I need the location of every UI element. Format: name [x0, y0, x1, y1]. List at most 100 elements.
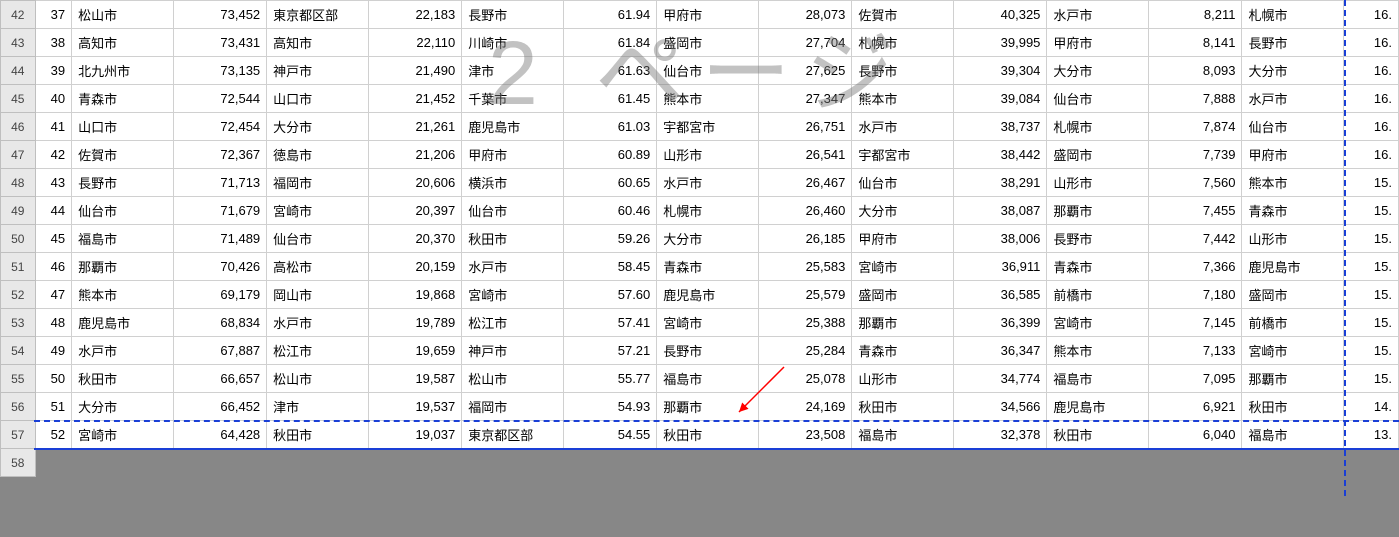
cell[interactable]: 8,093: [1149, 57, 1242, 85]
row-header[interactable]: 48: [1, 169, 36, 197]
cell[interactable]: 25,284: [758, 337, 851, 365]
cell-empty[interactable]: [1047, 449, 1149, 477]
cell[interactable]: 鹿児島市: [1242, 253, 1344, 281]
cell[interactable]: 73,431: [173, 29, 266, 57]
cell[interactable]: 盛岡市: [852, 281, 954, 309]
cell[interactable]: 松江市: [267, 337, 369, 365]
cell[interactable]: 7,739: [1149, 141, 1242, 169]
cell-empty[interactable]: [267, 449, 369, 477]
cell[interactable]: 松江市: [462, 309, 564, 337]
cell[interactable]: 19,659: [368, 337, 461, 365]
cell[interactable]: 札幌市: [1047, 113, 1149, 141]
cell[interactable]: 16.: [1344, 57, 1399, 85]
cell[interactable]: 42: [35, 141, 72, 169]
cell[interactable]: 49: [35, 337, 72, 365]
row-header[interactable]: 43: [1, 29, 36, 57]
cell[interactable]: 神戸市: [267, 57, 369, 85]
cell-empty[interactable]: [462, 449, 564, 477]
cell[interactable]: 58.45: [563, 253, 656, 281]
cell[interactable]: 福島市: [72, 225, 174, 253]
cell[interactable]: 61.84: [563, 29, 656, 57]
cell[interactable]: 熊本市: [657, 85, 759, 113]
cell[interactable]: 15.: [1344, 225, 1399, 253]
cell[interactable]: 16.: [1344, 141, 1399, 169]
cell[interactable]: 36,347: [953, 337, 1046, 365]
cell[interactable]: 岡山市: [267, 281, 369, 309]
row-header[interactable]: 47: [1, 141, 36, 169]
cell[interactable]: 19,868: [368, 281, 461, 309]
cell[interactable]: 36,911: [953, 253, 1046, 281]
cell-empty[interactable]: [35, 449, 72, 477]
cell[interactable]: 61.94: [563, 1, 656, 29]
row-header[interactable]: 57: [1, 421, 36, 449]
cell[interactable]: 7,560: [1149, 169, 1242, 197]
cell[interactable]: 松山市: [267, 365, 369, 393]
cell[interactable]: 39,084: [953, 85, 1046, 113]
cell[interactable]: 鹿児島市: [657, 281, 759, 309]
cell[interactable]: 山形市: [657, 141, 759, 169]
cell[interactable]: 熊本市: [72, 281, 174, 309]
cell[interactable]: 7,888: [1149, 85, 1242, 113]
cell[interactable]: 38,006: [953, 225, 1046, 253]
cell[interactable]: 8,211: [1149, 1, 1242, 29]
row-header[interactable]: 56: [1, 393, 36, 421]
cell[interactable]: 高知市: [72, 29, 174, 57]
cell[interactable]: 39: [35, 57, 72, 85]
cell[interactable]: 秋田市: [657, 421, 759, 449]
row-header[interactable]: 51: [1, 253, 36, 281]
cell[interactable]: 大分市: [657, 225, 759, 253]
cell[interactable]: 21,490: [368, 57, 461, 85]
cell[interactable]: 25,579: [758, 281, 851, 309]
cell[interactable]: 7,180: [1149, 281, 1242, 309]
cell[interactable]: 38,087: [953, 197, 1046, 225]
cell[interactable]: 39,304: [953, 57, 1046, 85]
cell[interactable]: 宮崎市: [1242, 337, 1344, 365]
row-header[interactable]: 46: [1, 113, 36, 141]
cell[interactable]: 長野市: [1047, 225, 1149, 253]
cell[interactable]: 那覇市: [657, 393, 759, 421]
cell[interactable]: 21,261: [368, 113, 461, 141]
table-row[interactable]: 5449水戸市67,887松江市19,659神戸市57.21長野市25,284青…: [1, 337, 1399, 365]
cell[interactable]: 57.21: [563, 337, 656, 365]
cell[interactable]: 那覇市: [1242, 365, 1344, 393]
cell[interactable]: 44: [35, 197, 72, 225]
cell[interactable]: 38,442: [953, 141, 1046, 169]
cell[interactable]: 宇都宮市: [657, 113, 759, 141]
table-row[interactable]: 4540青森市72,544山口市21,452千葉市61.45熊本市27,347熊…: [1, 85, 1399, 113]
cell[interactable]: 福岡市: [462, 393, 564, 421]
cell[interactable]: 22,183: [368, 1, 461, 29]
cell[interactable]: 26,467: [758, 169, 851, 197]
cell-empty[interactable]: [852, 449, 954, 477]
cell[interactable]: 61.45: [563, 85, 656, 113]
cell[interactable]: 8,141: [1149, 29, 1242, 57]
cell[interactable]: 71,713: [173, 169, 266, 197]
cell[interactable]: 宮崎市: [72, 421, 174, 449]
row-header[interactable]: 42: [1, 1, 36, 29]
cell[interactable]: 7,145: [1149, 309, 1242, 337]
cell[interactable]: 15.: [1344, 309, 1399, 337]
table-row[interactable]: 4843長野市71,713福岡市20,606横浜市60.65水戸市26,467仙…: [1, 169, 1399, 197]
cell[interactable]: 38,291: [953, 169, 1046, 197]
cell[interactable]: 26,541: [758, 141, 851, 169]
cell[interactable]: 7,095: [1149, 365, 1242, 393]
table-row[interactable]: 4641山口市72,454大分市21,261鹿児島市61.03宇都宮市26,75…: [1, 113, 1399, 141]
cell[interactable]: 14.: [1344, 393, 1399, 421]
cell[interactable]: 仙台市: [1047, 85, 1149, 113]
cell[interactable]: 70,426: [173, 253, 266, 281]
cell[interactable]: 27,625: [758, 57, 851, 85]
cell[interactable]: 7,442: [1149, 225, 1242, 253]
cell[interactable]: 前橋市: [1047, 281, 1149, 309]
cell[interactable]: 秋田市: [1242, 393, 1344, 421]
cell[interactable]: 秋田市: [267, 421, 369, 449]
cell[interactable]: 13.: [1344, 421, 1399, 449]
cell[interactable]: 仙台市: [462, 197, 564, 225]
cell[interactable]: 水戸市: [462, 253, 564, 281]
cell[interactable]: 57.60: [563, 281, 656, 309]
row-header[interactable]: 55: [1, 365, 36, 393]
cell[interactable]: 27,347: [758, 85, 851, 113]
cell[interactable]: 60.46: [563, 197, 656, 225]
cell[interactable]: 34,774: [953, 365, 1046, 393]
cell[interactable]: 38: [35, 29, 72, 57]
cell-empty[interactable]: [1149, 449, 1242, 477]
cell[interactable]: 山形市: [1242, 225, 1344, 253]
